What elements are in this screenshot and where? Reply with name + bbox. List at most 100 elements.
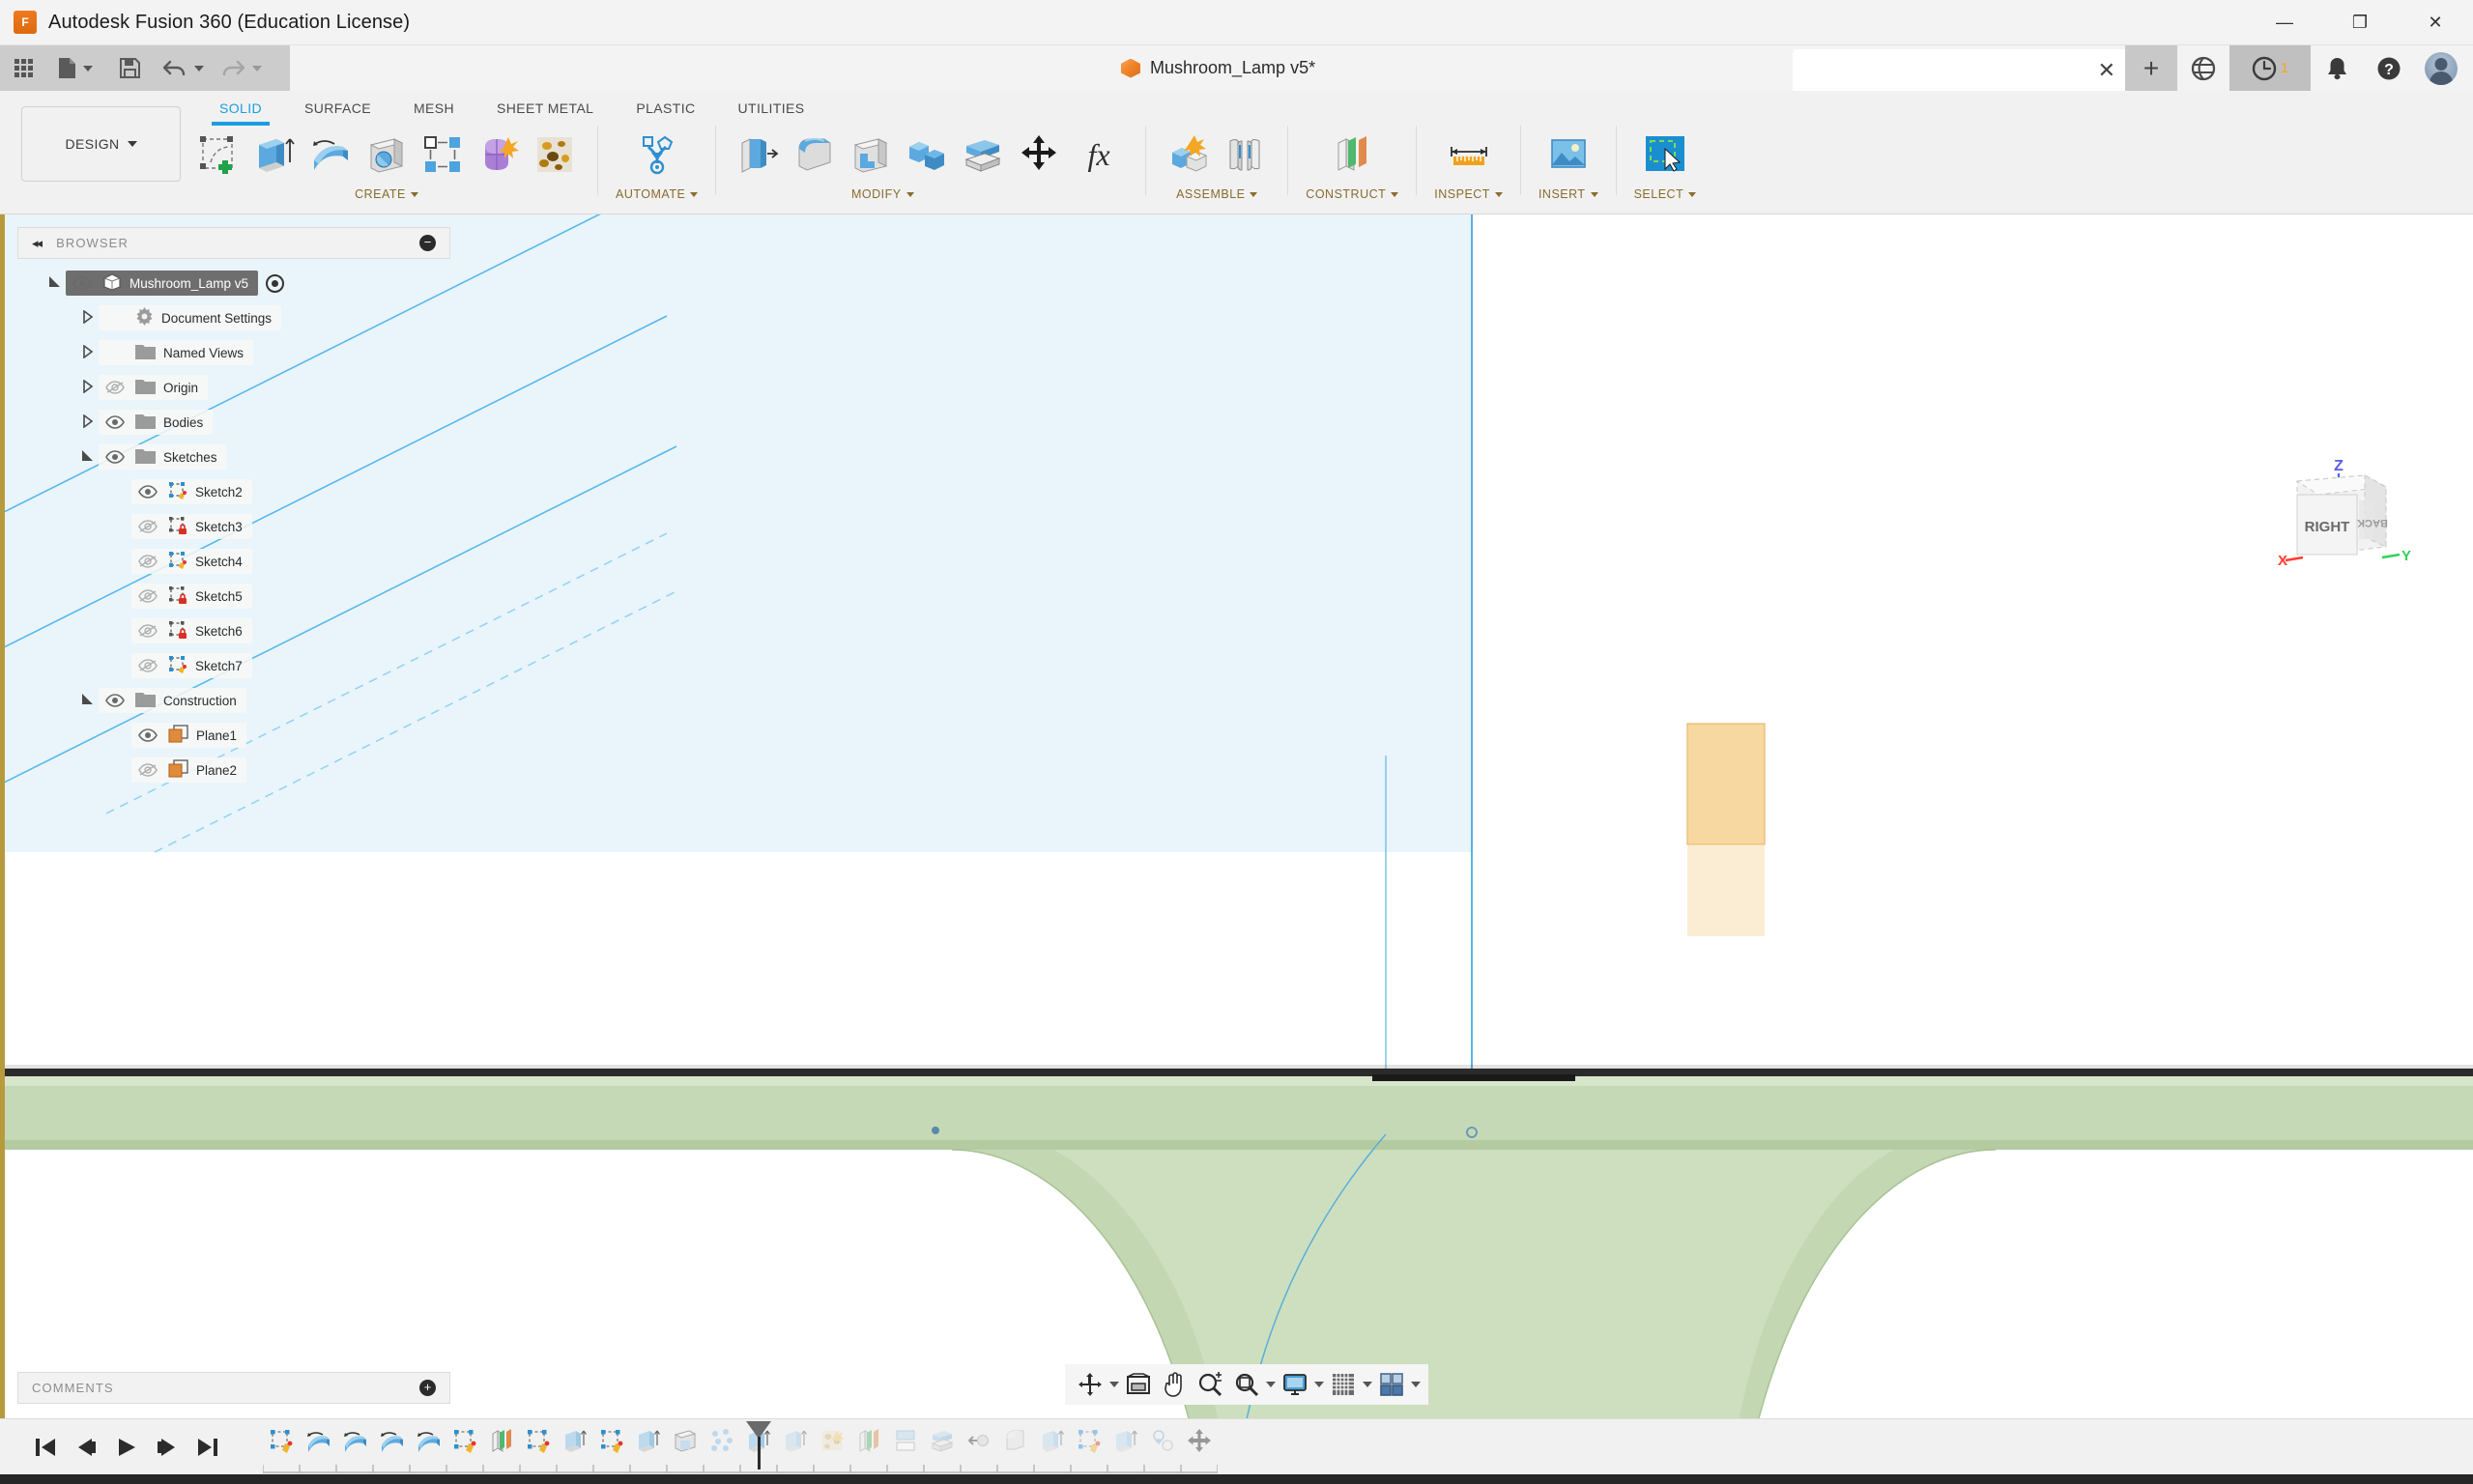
minimize-button[interactable]: —	[2247, 0, 2322, 45]
ribbon-group-label-select[interactable]: SELECT	[1634, 187, 1697, 201]
fit-view-caret-icon[interactable]	[1266, 1382, 1276, 1387]
expander-icon[interactable]	[77, 693, 99, 709]
visibility-eye-icon[interactable]	[102, 415, 128, 429]
save-icon[interactable]	[104, 45, 155, 91]
revolve-icon[interactable]	[305, 129, 356, 180]
timeline-feature-3[interactable]	[373, 1419, 410, 1462]
timeline-feature-9[interactable]	[593, 1419, 630, 1462]
extension-globe-icon[interactable]	[2177, 45, 2229, 91]
bell-icon[interactable]	[2311, 45, 2363, 91]
new-document-button[interactable]: +	[2125, 45, 2177, 91]
joint-icon[interactable]	[1220, 129, 1270, 180]
timeline-feature-20[interactable]	[997, 1419, 1034, 1462]
grid-snap-icon[interactable]	[1326, 1367, 1361, 1402]
extrude-icon[interactable]	[249, 129, 300, 180]
tab-solid[interactable]: SOLID	[198, 95, 283, 122]
document-tab[interactable]: ✕	[1793, 49, 2129, 91]
browser-tree-item-mushroom-lamp-v5[interactable]: Mushroom_Lamp v5	[17, 266, 450, 300]
pattern-icon[interactable]	[417, 129, 468, 180]
tab-utilities[interactable]: UTILITIES	[717, 95, 826, 122]
browser-tree-item-sketch3[interactable]: Sketch3	[17, 509, 450, 544]
insert-image-icon[interactable]	[1543, 129, 1594, 180]
change-parameters-icon[interactable]: fx	[1070, 129, 1128, 180]
offset-face-icon[interactable]	[958, 129, 1008, 180]
ribbon-group-label-create[interactable]: CREATE	[355, 187, 418, 201]
ribbon-group-label-inspect[interactable]: INSPECT	[1434, 187, 1503, 201]
move-copy-icon[interactable]	[1014, 129, 1064, 180]
close-button[interactable]: ✕	[2398, 0, 2473, 45]
expander-icon[interactable]	[77, 345, 99, 361]
display-settings-caret-icon[interactable]	[1314, 1382, 1324, 1387]
browser-tree-item-bodies[interactable]: Bodies	[17, 405, 450, 440]
orbit-icon[interactable]	[1073, 1367, 1107, 1402]
ribbon-group-label-assemble[interactable]: ASSEMBLE	[1176, 187, 1257, 201]
visibility-eye-icon[interactable]	[102, 694, 128, 707]
minus-circle-icon[interactable]: −	[419, 235, 436, 251]
select-window-icon[interactable]	[1640, 129, 1690, 180]
3d-viewport[interactable]: ◂◂ BROWSER − Mushroom_Lamp v5Document Se…	[0, 214, 2473, 1418]
timeline-feature-22[interactable]	[1071, 1419, 1107, 1462]
timeline-feature-14[interactable]	[777, 1419, 814, 1462]
step-back-button[interactable]	[68, 1427, 104, 1468]
visibility-eye-icon[interactable]	[135, 555, 160, 568]
browser-tree-item-plane1[interactable]: Plane1	[17, 718, 450, 753]
timeline-feature-5[interactable]	[446, 1419, 483, 1462]
timeline-feature-4[interactable]	[410, 1419, 446, 1462]
timeline-feature-7[interactable]	[520, 1419, 557, 1462]
orbit-caret-icon[interactable]	[1109, 1382, 1119, 1387]
workspace-selector[interactable]: DESIGN	[21, 106, 181, 182]
redo-icon[interactable]	[213, 45, 271, 91]
visibility-eye-icon[interactable]	[135, 589, 160, 603]
new-file-icon[interactable]	[46, 45, 104, 91]
ribbon-group-label-modify[interactable]: MODIFY	[851, 187, 914, 201]
visibility-eye-icon[interactable]	[102, 450, 128, 464]
timeline-feature-17[interactable]	[887, 1419, 924, 1462]
activate-component-radio[interactable]	[266, 274, 284, 293]
visibility-eye-icon[interactable]	[70, 276, 95, 290]
fit-view-icon[interactable]	[1229, 1367, 1264, 1402]
viewports-caret-icon[interactable]	[1411, 1382, 1421, 1387]
visibility-eye-icon[interactable]	[102, 381, 128, 394]
jump-to-end-button[interactable]	[189, 1427, 226, 1468]
visibility-eye-icon[interactable]	[135, 485, 160, 499]
expander-icon[interactable]	[77, 449, 99, 466]
user-avatar-icon[interactable]	[2425, 52, 2458, 85]
play-button[interactable]	[108, 1427, 145, 1468]
view-cube[interactable]: Z RIGHT BACK X Y	[2268, 454, 2413, 580]
help-question-icon[interactable]: ?	[2363, 45, 2415, 91]
generative-texture-icon[interactable]	[530, 129, 580, 180]
timeline-feature-25[interactable]	[1181, 1419, 1218, 1462]
timeline-feature-18[interactable]	[924, 1419, 961, 1462]
look-at-icon[interactable]	[1121, 1367, 1156, 1402]
create-sketch-icon[interactable]	[193, 129, 244, 180]
expander-icon[interactable]	[77, 310, 99, 327]
jump-to-beginning-button[interactable]	[27, 1427, 64, 1468]
automate-icon[interactable]	[632, 129, 682, 180]
visibility-eye-icon[interactable]	[135, 520, 160, 533]
browser-tree-item-plane2[interactable]: Plane2	[17, 753, 450, 787]
timeline-feature-6[interactable]	[483, 1419, 520, 1462]
timeline-feature-24[interactable]	[1144, 1419, 1181, 1462]
ribbon-group-label-automate[interactable]: AUTOMATE	[616, 187, 698, 201]
grid-snap-caret-icon[interactable]	[1363, 1382, 1372, 1387]
tab-mesh[interactable]: MESH	[392, 95, 475, 122]
timeline-feature-10[interactable]	[630, 1419, 667, 1462]
timeline-feature-21[interactable]	[1034, 1419, 1071, 1462]
timeline-feature-15[interactable]	[814, 1419, 850, 1462]
combine-icon[interactable]	[902, 129, 952, 180]
browser-tree-item-sketch5[interactable]: Sketch5	[17, 579, 450, 614]
collapse-left-icon[interactable]: ◂◂	[32, 236, 41, 251]
browser-tree-item-sketch4[interactable]: Sketch4	[17, 544, 450, 579]
ribbon-group-label-construct[interactable]: CONSTRUCT	[1306, 187, 1398, 201]
tab-surface[interactable]: SURFACE	[283, 95, 392, 122]
expander-icon[interactable]	[44, 275, 66, 292]
sphere-icon[interactable]	[361, 129, 412, 180]
close-document-icon[interactable]: ✕	[2098, 60, 2115, 81]
browser-tree-item-sketch7[interactable]: Sketch7	[17, 648, 450, 683]
visibility-eye-icon[interactable]	[135, 624, 160, 638]
shell-icon[interactable]	[846, 129, 896, 180]
offset-plane-icon[interactable]	[1327, 129, 1377, 180]
press-pull-icon[interactable]	[733, 129, 784, 180]
tab-sheet-metal[interactable]: SHEET METAL	[475, 95, 615, 122]
timeline-feature-12[interactable]	[704, 1419, 740, 1462]
